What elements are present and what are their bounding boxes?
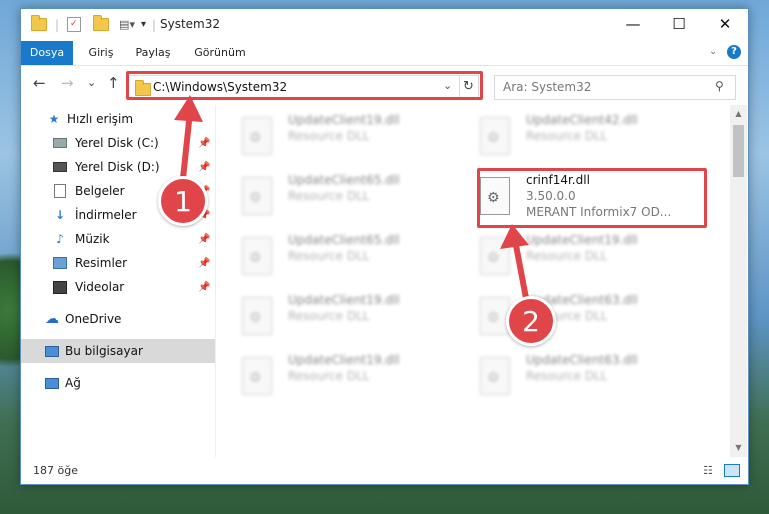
arrow-1-head bbox=[174, 95, 203, 122]
step-1-badge: 1 bbox=[158, 176, 208, 226]
step-2-badge: 2 bbox=[506, 296, 556, 346]
arrow-2-shaft bbox=[512, 239, 529, 299]
arrow-2-head bbox=[500, 224, 529, 249]
annotation-arrows bbox=[174, 95, 529, 299]
